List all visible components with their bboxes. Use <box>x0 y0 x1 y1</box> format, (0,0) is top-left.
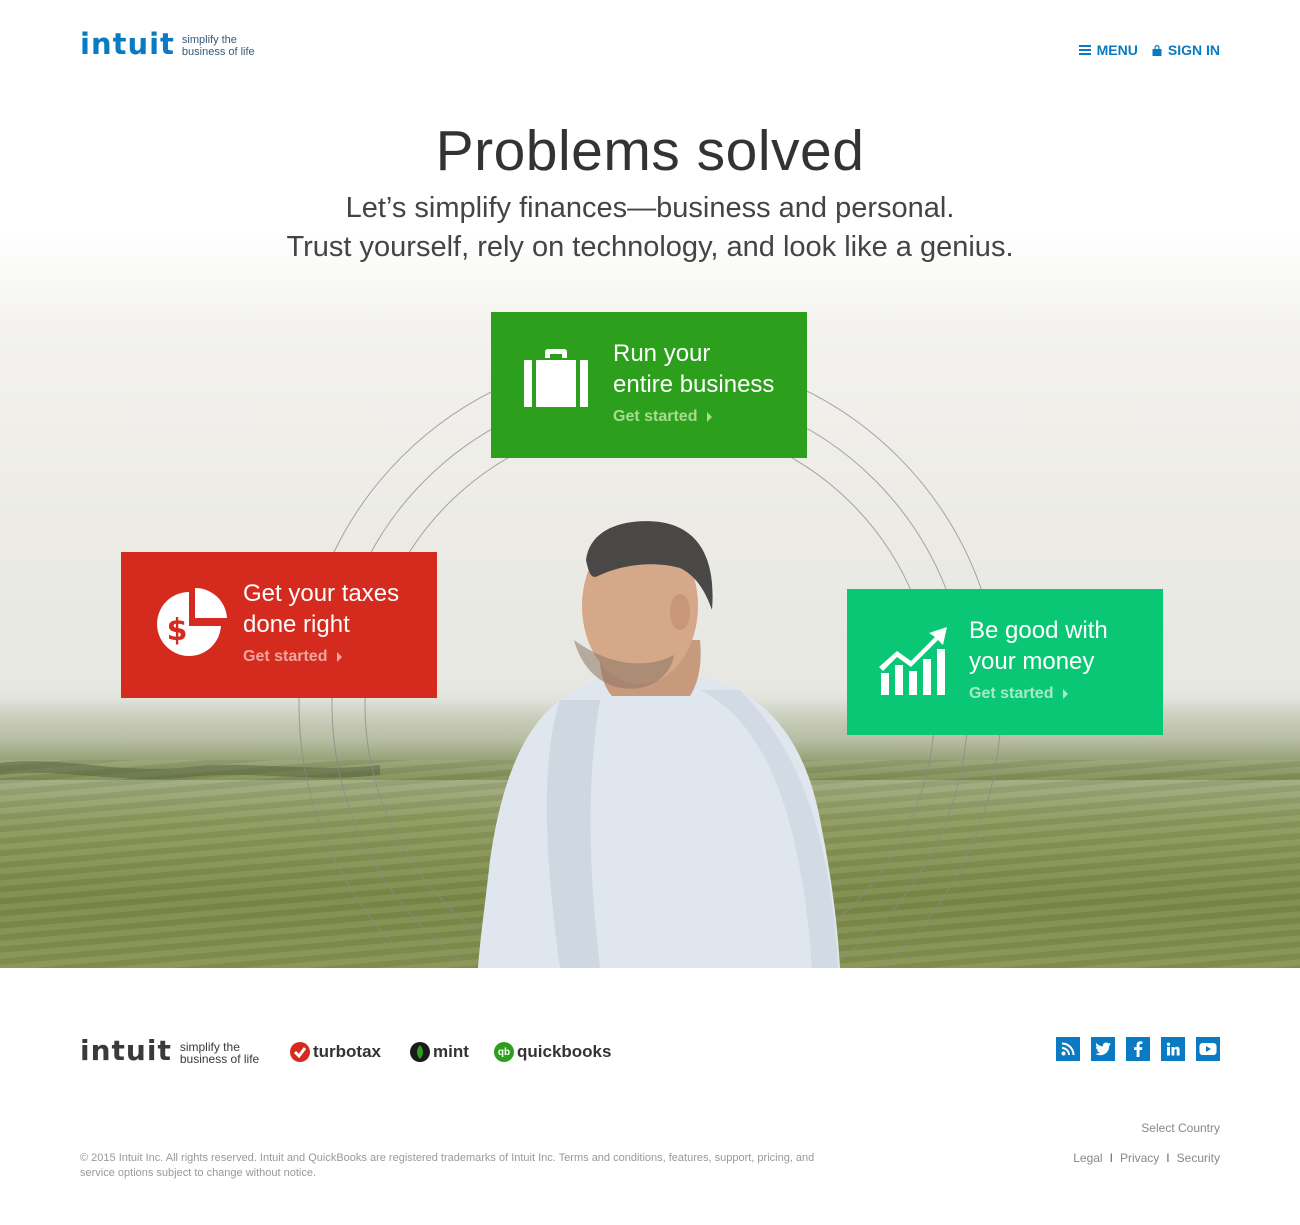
card-title: Run your entire business <box>613 338 774 400</box>
get-started-label: Get started <box>243 648 328 665</box>
twitter-icon <box>1095 1042 1111 1056</box>
menu-button[interactable]: MENU <box>1078 42 1138 58</box>
mint-leaf-icon <box>410 1042 430 1062</box>
card-get-taxes-done[interactable]: $ Get your taxes done right Get started <box>121 552 437 698</box>
card-title: Get your taxes done right <box>243 578 399 640</box>
card-title-line-2: done right <box>243 611 350 638</box>
logo-tagline: simplify the business of life <box>180 1041 259 1065</box>
quickbooks-brand-link[interactable]: qb quickbooks <box>494 1042 611 1062</box>
footer-intuit-logo[interactable]: intuit simplify the business of life <box>80 1034 259 1067</box>
site-header: intuit simplify the business of life MEN… <box>0 0 1300 100</box>
mint-label: mint <box>433 1042 469 1061</box>
logo-tagline-line-2: business of life <box>179 1052 260 1066</box>
card-run-business[interactable]: Run your entire business Get started <box>491 312 807 458</box>
card-title: Be good with your money <box>969 615 1108 677</box>
turbotax-label: turbotax <box>313 1042 381 1061</box>
card-title-line-1: Run your <box>613 340 711 367</box>
select-country-link[interactable]: Select Country <box>1141 1121 1220 1135</box>
logo-tagline: simplify the business of life <box>182 34 255 58</box>
hamburger-icon <box>1078 45 1091 55</box>
get-started-link[interactable]: Get started <box>969 685 1069 703</box>
separator: I <box>1166 1151 1170 1165</box>
get-started-label: Get started <box>969 685 1054 702</box>
sign-in-label: SIGN IN <box>1167 42 1220 58</box>
card-title-line-2: your money <box>969 648 1095 675</box>
linkedin-icon <box>1166 1042 1180 1056</box>
rss-icon <box>1061 1042 1075 1056</box>
creek-shape <box>0 761 380 780</box>
privacy-link[interactable]: Privacy <box>1120 1151 1159 1165</box>
facebook-icon <box>1134 1041 1143 1057</box>
logo-tagline-line-1: simplify the <box>181 34 237 46</box>
svg-text:$: $ <box>167 613 188 648</box>
rss-button[interactable] <box>1056 1037 1080 1061</box>
dollar-pie-chart-icon: $ <box>157 587 227 656</box>
separator: I <box>1109 1151 1113 1165</box>
get-started-link[interactable]: Get started <box>613 408 713 426</box>
get-started-link[interactable]: Get started <box>243 648 343 666</box>
legal-link[interactable]: Legal <box>1073 1151 1102 1165</box>
intuit-logo[interactable]: intuit simplify the business of life <box>80 27 255 61</box>
subheadline-line-2: Trust yourself, rely on technology, and … <box>286 231 1014 263</box>
logo-wordmark: intuit <box>80 1034 172 1067</box>
logo-wordmark: intuit <box>80 27 175 61</box>
legal-links: Legal I Privacy I Security <box>1073 1151 1220 1165</box>
twitter-button[interactable] <box>1091 1037 1115 1061</box>
turbotax-brand-link[interactable]: turbotax <box>290 1042 381 1062</box>
social-links <box>1056 1037 1220 1061</box>
get-started-label: Get started <box>613 408 698 425</box>
turbotax-check-icon <box>290 1042 310 1062</box>
growth-chart-icon <box>879 627 947 695</box>
logo-tagline-line-2: business of life <box>181 46 255 58</box>
youtube-icon <box>1199 1043 1217 1055</box>
sign-in-button[interactable]: SIGN IN <box>1152 42 1220 58</box>
briefcase-icon <box>524 349 588 407</box>
quickbooks-label: quickbooks <box>517 1042 612 1061</box>
mint-brand-link[interactable]: mint <box>410 1042 469 1062</box>
subheadline-line-1: Let’s simplify finances—business and per… <box>345 192 955 224</box>
card-title-line-1: Be good with <box>969 617 1108 644</box>
security-link[interactable]: Security <box>1177 1151 1220 1165</box>
caret-right-icon <box>337 652 343 662</box>
caret-right-icon <box>707 412 713 422</box>
page-headline: Problems solved <box>435 119 865 183</box>
linkedin-button[interactable] <box>1161 1037 1185 1061</box>
card-good-with-money[interactable]: Be good with your money Get started <box>847 589 1163 735</box>
card-title-line-2: entire business <box>613 371 775 398</box>
quickbooks-qb-icon: qb <box>494 1042 514 1062</box>
lock-icon <box>1152 45 1162 56</box>
caret-right-icon <box>1063 689 1069 699</box>
facebook-button[interactable] <box>1126 1037 1150 1061</box>
card-title-line-1: Get your taxes <box>243 580 400 607</box>
header-nav: MENU SIGN IN <box>1078 42 1220 58</box>
hero-section: Problems solved Let’s simplify finances—… <box>0 0 1300 968</box>
youtube-button[interactable] <box>1196 1037 1220 1061</box>
menu-label: MENU <box>1096 42 1138 58</box>
copyright-notice: © 2015 Intuit Inc. All rights reserved. … <box>80 1152 815 1179</box>
